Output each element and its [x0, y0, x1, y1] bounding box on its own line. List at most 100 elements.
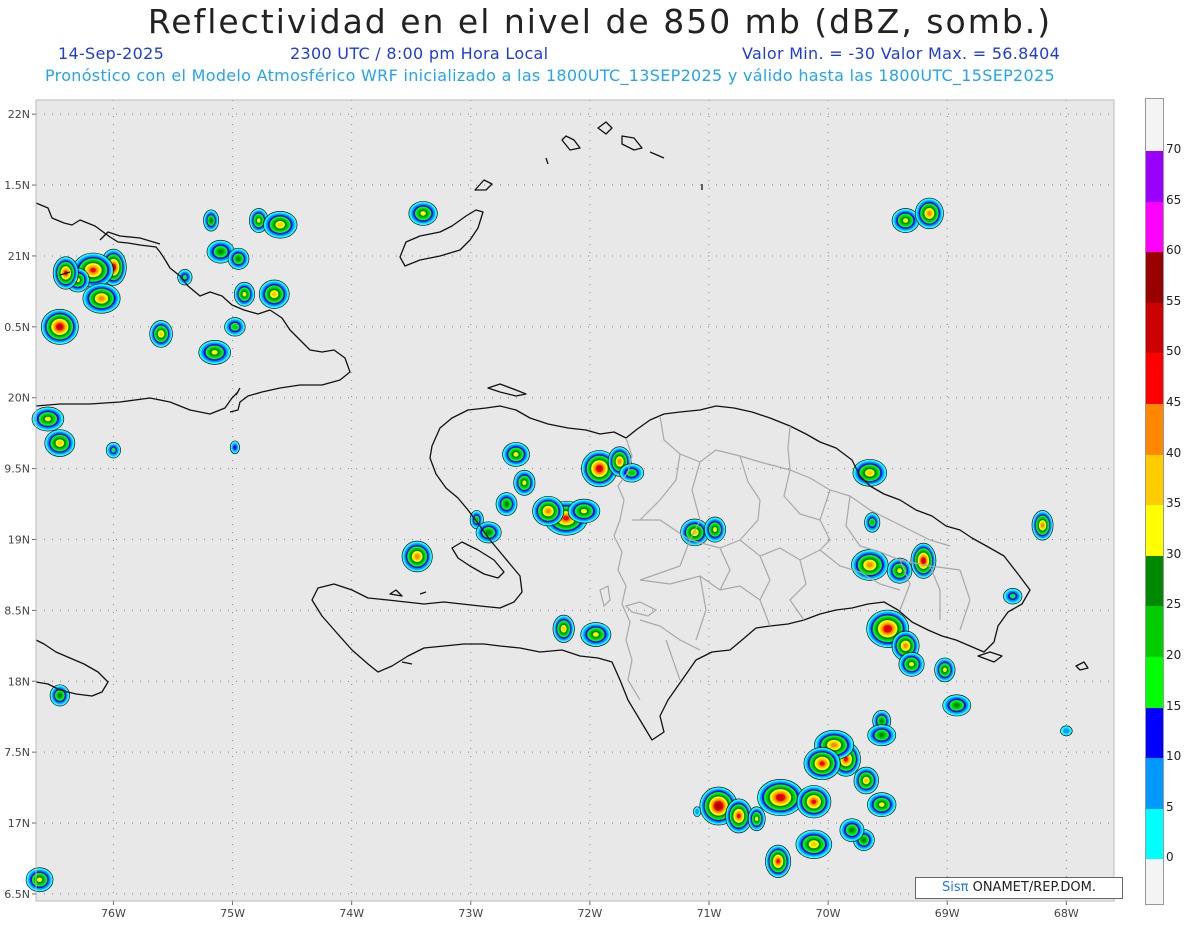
reflectivity-cell — [40, 308, 79, 345]
reflectivity-level — [617, 459, 622, 464]
reflectivity-level — [211, 350, 218, 355]
colorbar-tick-label: 70 — [1166, 142, 1182, 156]
colorbar-tick-label: 5 — [1166, 799, 1174, 814]
colorbar-tick-label: 55 — [1166, 293, 1182, 308]
reflectivity-cell — [867, 724, 897, 747]
reflectivity-cell — [803, 746, 841, 781]
reflectivity-cell — [1060, 725, 1073, 737]
reflectivity-level — [879, 718, 884, 724]
lon-label: 71W — [697, 907, 722, 920]
colorbar-segment — [1146, 404, 1163, 455]
colorbar-segment — [1146, 151, 1163, 202]
reflectivity-level — [819, 761, 825, 766]
reflectivity-cell — [1031, 510, 1054, 541]
reflectivity-level — [90, 267, 96, 273]
reflectivity-cell — [224, 317, 246, 337]
reflectivity-level — [37, 877, 43, 883]
reflectivity-level — [777, 795, 784, 800]
reflectivity-level — [903, 643, 908, 649]
colorbar-segment — [1146, 555, 1163, 607]
lat-label: 0.5N — [4, 321, 30, 334]
reflectivity-level — [217, 249, 224, 255]
reflectivity-level — [878, 732, 885, 738]
reflectivity-level — [271, 291, 277, 297]
colorbar-segment — [1146, 454, 1163, 506]
reflectivity-level — [712, 527, 717, 532]
reflectivity-level — [597, 466, 602, 471]
reflectivity-level — [236, 256, 241, 262]
reflectivity-cell — [552, 614, 575, 643]
lat-label: 20N — [8, 392, 30, 405]
colorbar-tick-label: 45 — [1166, 395, 1182, 409]
colorbar-tick-label: 25 — [1166, 597, 1182, 612]
reflectivity-cell — [765, 844, 792, 878]
colorbar-tick-label: 65 — [1166, 192, 1182, 207]
reflectivity-level — [159, 331, 163, 337]
reflectivity-cell — [851, 549, 889, 581]
colorbar-segment — [1146, 808, 1163, 860]
reflectivity-level — [1063, 728, 1070, 734]
colorbar-segment — [1146, 201, 1163, 253]
reflectivity-level — [57, 440, 63, 446]
colorbar-tick-label: 30 — [1166, 546, 1182, 561]
reflectivity-cell — [910, 542, 937, 579]
reflectivity-level — [861, 837, 867, 843]
credit-text: ONAMET/REP.DOM. — [968, 880, 1096, 895]
reflectivity-level — [233, 444, 237, 450]
reflectivity-cell — [82, 283, 121, 314]
reflectivity-level — [628, 470, 635, 476]
lat-label: 8.5N — [4, 604, 30, 617]
map-background — [36, 100, 1114, 901]
lat-label: 7.5N — [4, 746, 30, 759]
reflectivity-level — [909, 661, 914, 667]
reflectivity-level — [811, 799, 817, 804]
reflectivity-cell — [227, 247, 250, 270]
lat-label: 18N — [8, 675, 30, 688]
reflectivity-level — [695, 809, 699, 815]
colorbar — [1145, 98, 1164, 905]
reflectivity-cell — [914, 197, 944, 230]
colorbar-segment — [1146, 707, 1163, 759]
reflectivity-level — [902, 218, 909, 223]
colorbar-segment — [1146, 302, 1163, 354]
reflectivity-cell — [1003, 588, 1023, 605]
reflectivity-level — [776, 859, 780, 864]
reflectivity-cell — [867, 792, 897, 817]
lon-label: 68W — [1054, 907, 1079, 920]
reflectivity-cell — [693, 806, 702, 818]
reflectivity-level — [810, 841, 817, 847]
reflectivity-cell — [796, 785, 832, 819]
reflectivity-cell — [513, 469, 536, 496]
reflectivity-cell — [795, 829, 833, 859]
sispi-logo: Sisπ — [942, 880, 969, 895]
reflectivity-cell — [757, 778, 804, 817]
reflectivity-cell — [401, 540, 433, 573]
reflectivity-level — [864, 778, 869, 783]
lon-label: 75W — [220, 907, 245, 920]
reflectivity-cell — [258, 279, 290, 309]
lat-label: 1.5N — [4, 179, 30, 192]
reflectivity-level — [870, 519, 875, 525]
credit-box: Sisπ ONAMET/REP.DOM. — [915, 877, 1123, 899]
reflectivity-level — [522, 480, 527, 486]
reflectivity-level — [563, 515, 570, 521]
reflectivity-cell — [233, 281, 256, 307]
reflectivity-cell — [567, 498, 601, 524]
colorbar-tick-label: 0 — [1166, 850, 1174, 865]
reflectivity-level — [545, 508, 551, 514]
reflectivity-level — [897, 568, 902, 574]
lon-label: 70W — [816, 907, 841, 920]
reflectivity-level — [277, 222, 284, 228]
lon-label: 73W — [458, 907, 483, 920]
colorbar-tick-label: 60 — [1166, 243, 1182, 258]
reflectivity-level — [592, 632, 599, 637]
colorbar-segment — [1146, 657, 1163, 708]
reflectivity-level — [831, 742, 838, 748]
colorbar-tick-label: 20 — [1166, 648, 1182, 662]
reflectivity-level — [921, 558, 925, 563]
reflectivity-cell — [31, 406, 65, 432]
reflectivity-cell — [747, 806, 766, 832]
reflectivity-cell — [262, 211, 298, 239]
reflectivity-cell — [703, 516, 726, 543]
reflectivity-cell — [44, 429, 76, 457]
